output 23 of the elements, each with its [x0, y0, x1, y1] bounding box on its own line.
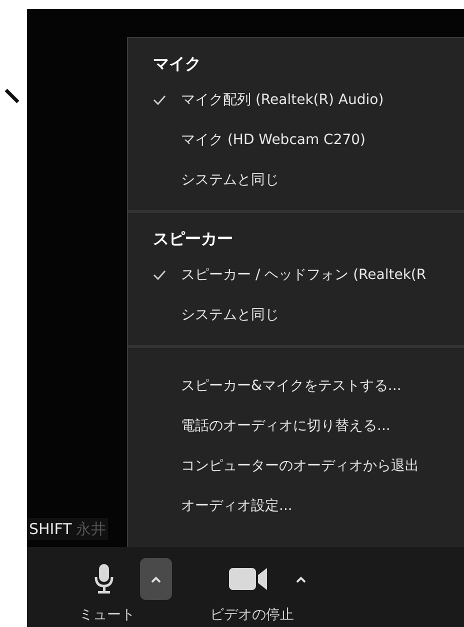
check-icon	[153, 270, 166, 280]
menu-item[interactable]: コンピューターのオーディオから退出	[128, 446, 464, 486]
menu-item[interactable]: マイク (HD Webcam C270)	[128, 120, 464, 160]
toolbar-label: ミュート	[79, 606, 135, 625]
menu-item[interactable]: 電話のオーディオに切り替える...	[128, 406, 464, 446]
stroke-mark-icon	[4, 88, 20, 104]
options-caret-button[interactable]	[140, 558, 172, 600]
menu-section-title: スピーカー	[152, 228, 234, 250]
caret-icon	[151, 576, 161, 582]
menu-item[interactable]: スピーカー / ヘッドフォン (Realtek(R	[128, 255, 464, 295]
check-icon	[153, 95, 166, 105]
menu-section-title: マイク	[152, 53, 202, 75]
toolbar-label: ビデオの停止	[210, 606, 294, 625]
menu-item[interactable]: スピーカー&マイクをテストする...	[128, 366, 464, 406]
microphone-icon	[94, 564, 114, 594]
menu-item[interactable]: マイク配列 (Realtek(R) Audio)	[128, 80, 464, 120]
menu-item[interactable]: システムと同じ	[128, 160, 464, 200]
caret-icon	[296, 576, 306, 582]
participant-name-label: SHIFT	[29, 519, 72, 540]
participant-name-label: 永井	[76, 519, 106, 540]
menu-item[interactable]: オーディオ設定...	[128, 486, 464, 526]
menu-item[interactable]: システムと同じ	[128, 295, 464, 335]
video-camera-icon	[229, 568, 269, 590]
